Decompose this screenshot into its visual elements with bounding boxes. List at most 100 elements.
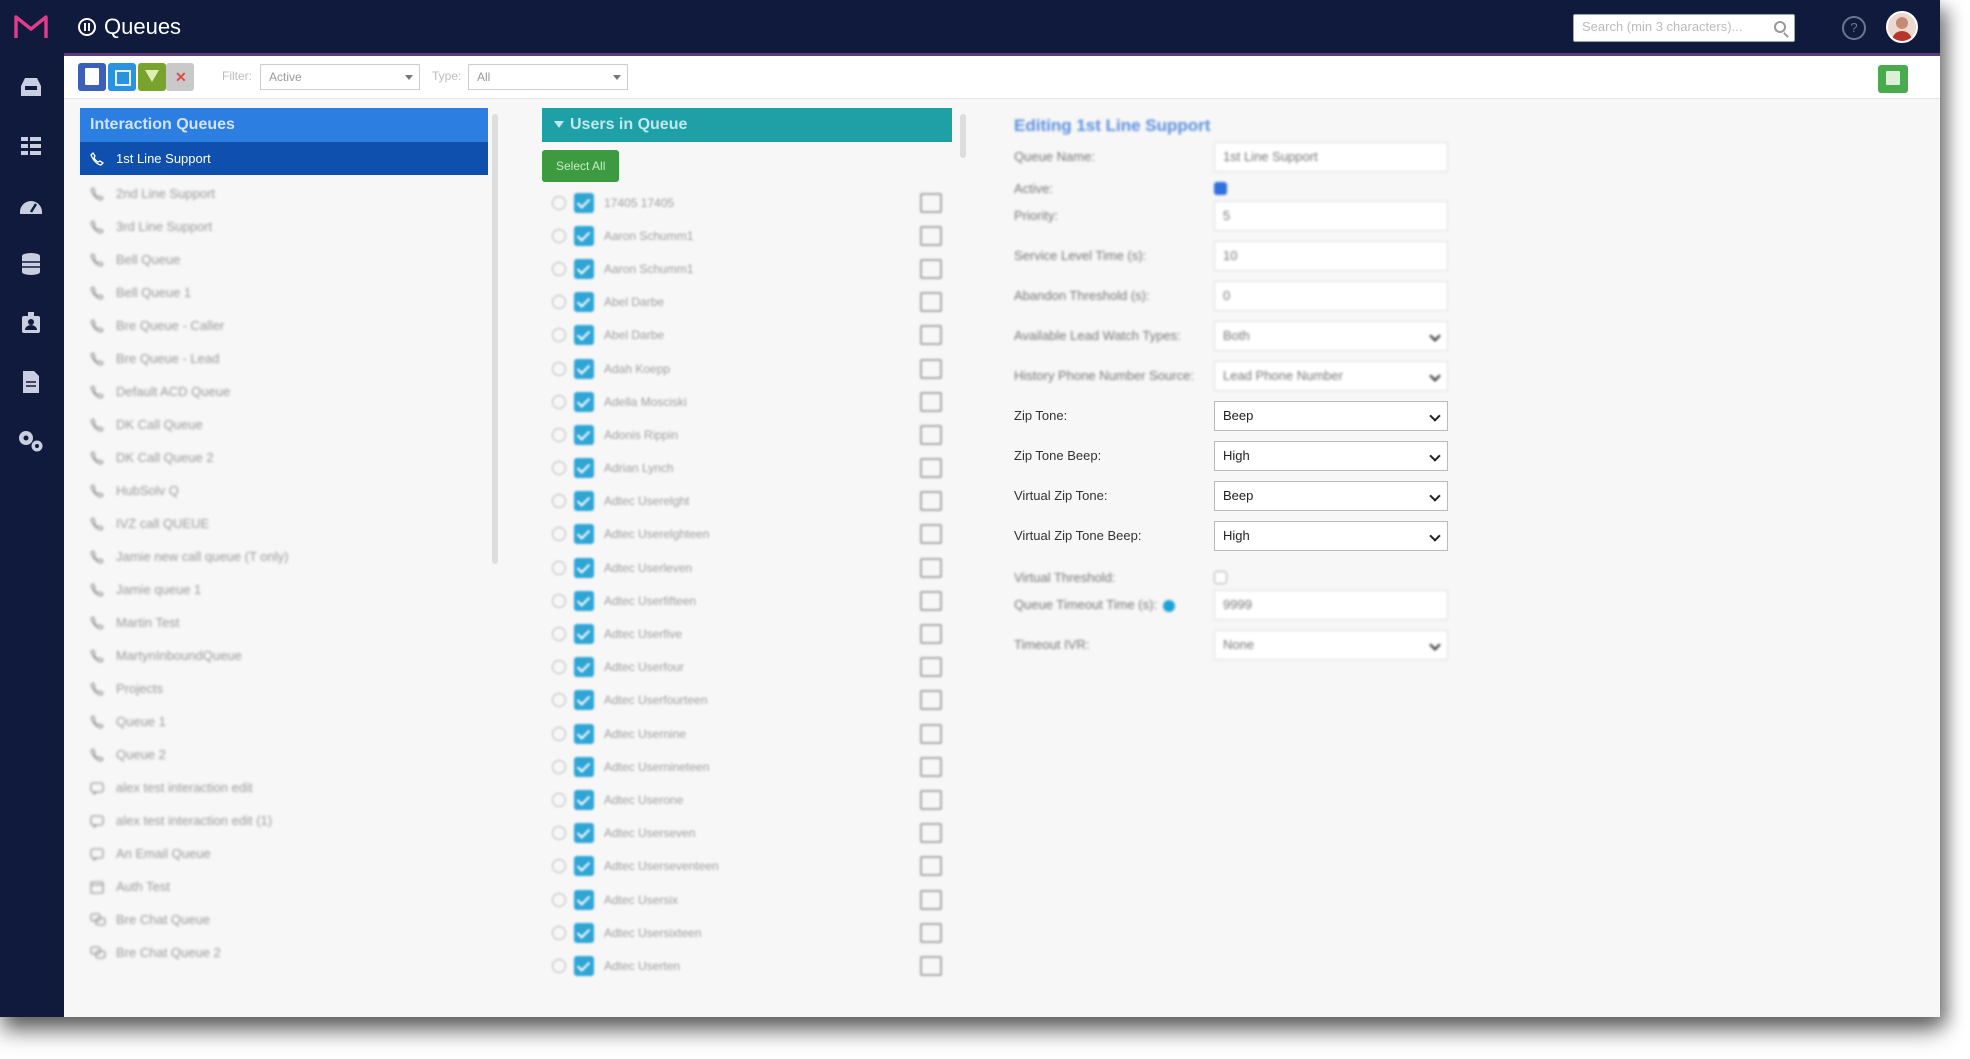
database-icon[interactable] xyxy=(16,249,46,279)
zip-tone-select[interactable]: Beep xyxy=(1214,401,1448,431)
user-radio[interactable] xyxy=(552,527,566,542)
queue-list-scrollbar[interactable] xyxy=(492,114,498,564)
virtual-zip-tone-beep-select[interactable]: High xyxy=(1214,521,1448,551)
user-select-checkbox[interactable] xyxy=(920,823,942,844)
user-radio[interactable] xyxy=(552,427,566,442)
user-radio[interactable] xyxy=(552,759,566,774)
users-in-queue-header[interactable]: Users in Queue xyxy=(542,108,952,142)
user-checkbox-icon[interactable] xyxy=(574,491,594,512)
user-checkbox-icon[interactable] xyxy=(574,391,594,412)
queue-name-input[interactable]: 1st Line Support xyxy=(1214,142,1448,172)
priority-input[interactable]: 5 xyxy=(1214,201,1448,231)
user-radio[interactable] xyxy=(552,859,566,874)
user-checkbox-icon[interactable] xyxy=(574,424,594,445)
user-select-checkbox[interactable] xyxy=(920,524,942,545)
user-select-checkbox[interactable] xyxy=(920,723,942,744)
abandon-threshold-input[interactable]: 0 xyxy=(1214,281,1448,311)
user-checkbox-icon[interactable] xyxy=(574,458,594,479)
user-checkbox-icon[interactable] xyxy=(574,590,594,611)
user-checkbox-icon[interactable] xyxy=(574,292,594,313)
user-select-checkbox[interactable] xyxy=(920,458,942,479)
queue-item[interactable]: 2nd Line Support xyxy=(80,177,488,210)
user-radio[interactable] xyxy=(552,627,566,642)
user-checkbox-icon[interactable] xyxy=(574,192,594,213)
user-checkbox-icon[interactable] xyxy=(574,823,594,844)
user-radio[interactable] xyxy=(552,394,566,409)
user-radio[interactable] xyxy=(552,295,566,310)
user-select-checkbox[interactable] xyxy=(920,590,942,611)
gauge-icon[interactable] xyxy=(16,190,46,220)
search-input[interactable]: Search (min 3 characters)... xyxy=(1573,14,1795,42)
user-checkbox-icon[interactable] xyxy=(574,723,594,744)
user-radio[interactable] xyxy=(552,195,566,210)
user-select-checkbox[interactable] xyxy=(920,325,942,346)
contacts-icon[interactable] xyxy=(16,308,46,338)
queue-item[interactable]: Bell Queue 1 xyxy=(80,276,488,309)
user-radio[interactable] xyxy=(552,892,566,907)
inbox-icon[interactable] xyxy=(16,72,46,102)
help-icon[interactable]: ? xyxy=(1842,16,1866,40)
virtual-threshold-checkbox[interactable] xyxy=(1214,571,1227,584)
save-button[interactable] xyxy=(1878,65,1908,93)
user-select-checkbox[interactable] xyxy=(920,789,942,810)
user-select-checkbox[interactable] xyxy=(920,491,942,512)
user-select-checkbox[interactable] xyxy=(920,657,942,678)
user-radio[interactable] xyxy=(552,361,566,376)
queue-item[interactable]: DK Call Queue 2 xyxy=(80,441,488,474)
user-select-checkbox[interactable] xyxy=(920,292,942,313)
queue-item[interactable]: Queue 2 xyxy=(80,738,488,771)
queue-item[interactable]: 3rd Line Support xyxy=(80,210,488,243)
user-radio[interactable] xyxy=(552,328,566,343)
copy-queue-button[interactable] xyxy=(108,63,136,91)
user-select-checkbox[interactable] xyxy=(920,192,942,213)
user-checkbox-icon[interactable] xyxy=(574,889,594,910)
history-phone-select[interactable]: Lead Phone Number xyxy=(1214,361,1448,391)
user-checkbox-icon[interactable] xyxy=(574,756,594,777)
user-radio[interactable] xyxy=(552,726,566,741)
queue-item[interactable]: Jamie queue 1 xyxy=(80,573,488,606)
user-radio[interactable] xyxy=(552,228,566,243)
queue-item[interactable]: Jamie new call queue (T only) xyxy=(80,540,488,573)
select-all-button[interactable]: Select All xyxy=(542,150,620,182)
user-avatar[interactable] xyxy=(1886,11,1918,43)
active-checkbox[interactable] xyxy=(1214,182,1227,195)
user-checkbox-icon[interactable] xyxy=(574,624,594,645)
user-radio[interactable] xyxy=(552,593,566,608)
queue-item[interactable]: IVZ call QUEUE xyxy=(80,507,488,540)
queue-item[interactable]: Queue 1 xyxy=(80,705,488,738)
queue-item[interactable]: Bre Chat Queue xyxy=(80,903,488,936)
user-radio[interactable] xyxy=(552,792,566,807)
user-select-checkbox[interactable] xyxy=(920,690,942,711)
user-checkbox-icon[interactable] xyxy=(574,557,594,578)
user-select-checkbox[interactable] xyxy=(920,889,942,910)
user-list-scrollbar[interactable] xyxy=(960,114,966,158)
service-level-input[interactable]: 10 xyxy=(1214,241,1448,271)
user-select-checkbox[interactable] xyxy=(920,624,942,645)
user-radio[interactable] xyxy=(552,494,566,509)
lead-watch-select[interactable]: Both xyxy=(1214,321,1448,351)
delete-queue-button[interactable]: ✕ xyxy=(166,63,194,91)
user-radio[interactable] xyxy=(552,560,566,575)
user-checkbox-icon[interactable] xyxy=(574,524,594,545)
user-checkbox-icon[interactable] xyxy=(574,856,594,877)
type-select[interactable]: All xyxy=(468,64,628,90)
user-select-checkbox[interactable] xyxy=(920,258,942,279)
user-select-checkbox[interactable] xyxy=(920,856,942,877)
queue-item[interactable]: An Email Queue xyxy=(80,837,488,870)
user-select-checkbox[interactable] xyxy=(920,756,942,777)
new-queue-button[interactable] xyxy=(78,63,106,91)
queue-item[interactable]: Martin Test xyxy=(80,606,488,639)
dashboard-icon[interactable] xyxy=(16,131,46,161)
search-icon[interactable] xyxy=(1774,21,1786,33)
user-checkbox-icon[interactable] xyxy=(574,922,594,943)
user-select-checkbox[interactable] xyxy=(920,391,942,412)
user-select-checkbox[interactable] xyxy=(920,922,942,943)
user-checkbox-icon[interactable] xyxy=(574,657,594,678)
user-select-checkbox[interactable] xyxy=(920,557,942,578)
user-select-checkbox[interactable] xyxy=(920,955,942,976)
zip-tone-beep-select[interactable]: High xyxy=(1214,441,1448,471)
user-select-checkbox[interactable] xyxy=(920,225,942,246)
queue-item[interactable]: alex test interaction edit xyxy=(80,771,488,804)
timeout-ivr-select[interactable]: None xyxy=(1214,630,1448,660)
queue-item[interactable]: Bre Chat Queue 2 xyxy=(80,936,488,969)
